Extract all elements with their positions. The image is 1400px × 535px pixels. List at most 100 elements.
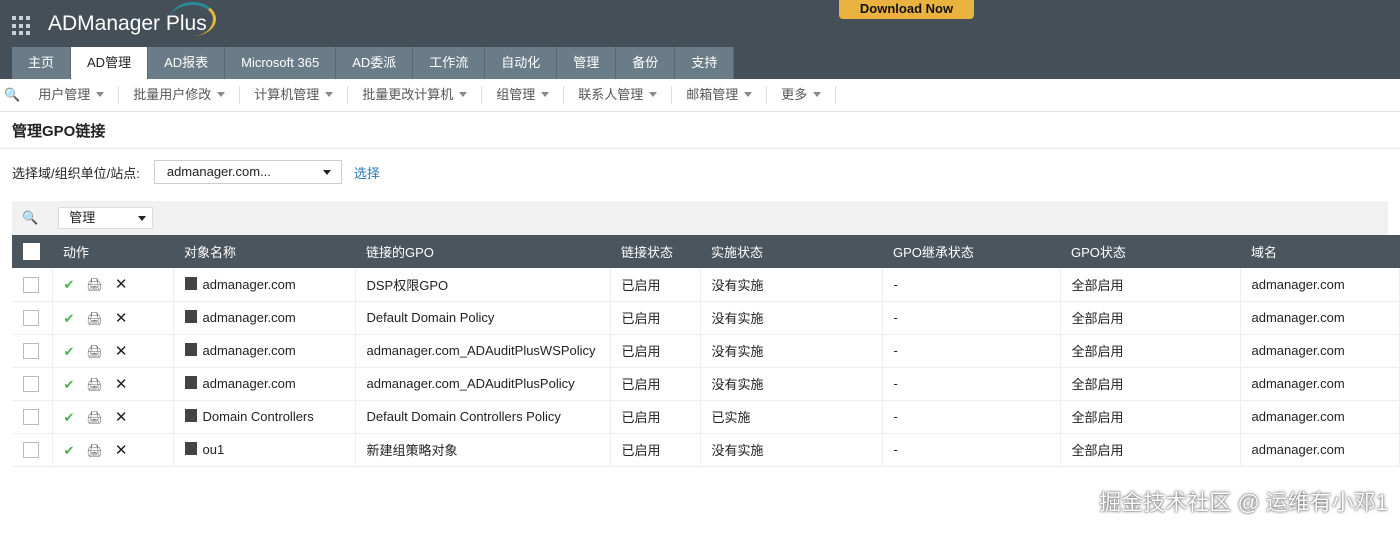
delete-icon[interactable]: ✕ xyxy=(115,376,128,393)
chevron-down-icon xyxy=(813,92,822,101)
cell-gpo: DSP权限GPO xyxy=(355,268,611,302)
subnav-label: 组管理 xyxy=(496,87,536,102)
cell-domain: admanager.com xyxy=(1240,433,1400,467)
row-checkbox[interactable] xyxy=(23,309,39,326)
chevron-down-icon xyxy=(217,92,226,101)
page-title: 管理GPO链接 xyxy=(0,112,1400,149)
enforce-lock-icon[interactable]: 🖨 xyxy=(86,344,103,359)
chevron-down-icon xyxy=(541,92,550,101)
enable-check-icon[interactable]: ✔ xyxy=(64,344,75,359)
ou-icon xyxy=(184,409,197,422)
tab-4[interactable]: AD委派 xyxy=(336,47,414,79)
app-grid-icon[interactable] xyxy=(12,16,32,36)
subnav-label: 计算机管理 xyxy=(254,87,320,102)
column-header[interactable]: GPO状态 xyxy=(1060,235,1240,268)
table-row: ✔ 🖨 ✕ admanager.com Default Domain Policy 已启用… xyxy=(12,301,1400,335)
search-icon[interactable]: 🔍 xyxy=(22,210,38,226)
delete-icon[interactable]: ✕ xyxy=(115,409,128,426)
download-now-button[interactable]: Download Now xyxy=(839,0,974,19)
column-header[interactable]: 动作 xyxy=(52,235,173,268)
cell-enforce: 没有实施 xyxy=(700,334,883,368)
search-icon[interactable]: 🔍 xyxy=(0,87,24,103)
row-checkbox[interactable] xyxy=(23,408,39,425)
action-select[interactable]: 管理 xyxy=(58,207,154,229)
domain-icon xyxy=(184,276,197,290)
column-header[interactable]: 对象名称 xyxy=(173,235,355,268)
enforce-lock-icon[interactable]: 🖨 xyxy=(86,377,103,392)
row-checkbox[interactable] xyxy=(23,375,39,392)
domain-select[interactable]: admanager.com... xyxy=(153,160,342,184)
selector-label: 选择域/组织单位/站点: xyxy=(12,165,140,181)
object-name: ou1 xyxy=(202,442,225,457)
delete-icon[interactable]: ✕ xyxy=(115,310,128,327)
table-row: ✔ 🖨 ✕ admanager.com admanager.com_ADAuditPlu… xyxy=(12,334,1400,368)
select-all-checkbox[interactable] xyxy=(23,243,40,261)
chevron-down-icon xyxy=(649,92,658,101)
chevron-down-icon xyxy=(744,92,753,101)
enable-check-icon[interactable]: ✔ xyxy=(64,377,75,392)
table-row: ✔ 🖨 ✕ ou1 新建组策略对象 已启用 没有实施 - 全部启用 admanager.com xyxy=(12,433,1400,467)
subnav-label: 邮箱管理 xyxy=(686,87,739,102)
cell-enforce: 没有实施 xyxy=(700,268,883,302)
enable-check-icon[interactable]: ✔ xyxy=(64,311,75,326)
app-header: ADManager Plus Download Now 主页 AD管理 AD报表 Mi… xyxy=(0,0,1400,79)
tab-5[interactable]: 工作流 xyxy=(413,47,486,79)
subnav-item-6[interactable]: 邮箱管理 xyxy=(672,86,768,104)
logo-arc-icon xyxy=(170,2,216,36)
subnav-item-4[interactable]: 组管理 xyxy=(482,86,565,104)
row-checkbox[interactable] xyxy=(23,276,39,293)
delete-icon[interactable]: ✕ xyxy=(115,442,128,459)
cell-domain: admanager.com xyxy=(1240,268,1400,302)
delete-icon[interactable]: ✕ xyxy=(115,343,128,360)
enforce-lock-icon[interactable]: 🖨 xyxy=(86,443,103,458)
tab-0[interactable]: 主页 xyxy=(12,47,72,79)
column-header[interactable]: 链接的GPO xyxy=(355,235,610,268)
chevron-down-icon xyxy=(138,216,147,225)
subnav-item-7[interactable]: 更多 xyxy=(767,86,837,104)
row-checkbox[interactable] xyxy=(23,342,39,359)
column-header[interactable]: 域名 xyxy=(1240,235,1400,268)
column-header[interactable]: GPO继承状态 xyxy=(882,235,1060,268)
tab-6[interactable]: 自动化 xyxy=(485,47,558,79)
column-header[interactable]: 链接状态 xyxy=(610,235,700,268)
cell-enforce: 没有实施 xyxy=(700,433,883,467)
tab-2[interactable]: AD报表 xyxy=(148,47,226,79)
watermark: 掘金技术社区 @ 运维有小邓1 xyxy=(1099,490,1388,515)
subnav-item-1[interactable]: 批量用户修改 xyxy=(119,86,241,104)
enforce-lock-icon[interactable]: 🖨 xyxy=(86,311,103,326)
cell-gpo_status: 全部启用 xyxy=(1060,334,1241,368)
tab-1[interactable]: AD管理 xyxy=(71,47,149,79)
enforce-lock-icon[interactable]: 🖨 xyxy=(86,277,103,292)
cell-gpo: Default Domain Policy xyxy=(355,301,611,335)
tab-3[interactable]: Microsoft 365 xyxy=(225,47,337,79)
domain-select-value: admanager.com... xyxy=(166,164,271,179)
delete-icon[interactable]: ✕ xyxy=(115,276,128,293)
select-link[interactable]: 选择 xyxy=(354,163,380,182)
subnav-item-2[interactable]: 计算机管理 xyxy=(240,86,349,104)
cell-link: 已启用 xyxy=(610,268,701,302)
cell-gpo_status: 全部启用 xyxy=(1060,433,1241,467)
tab-9[interactable]: 支持 xyxy=(675,47,735,79)
tab-7[interactable]: 管理 xyxy=(557,47,617,79)
cell-gpo_status: 全部启用 xyxy=(1060,301,1241,335)
enable-check-icon[interactable]: ✔ xyxy=(64,277,75,292)
row-checkbox[interactable] xyxy=(23,441,39,458)
subnav-item-0[interactable]: 用户管理 xyxy=(24,86,120,104)
cell-gpo_status: 全部启用 xyxy=(1060,367,1241,401)
subnav-item-5[interactable]: 联系人管理 xyxy=(564,86,673,104)
tab-8[interactable]: 备份 xyxy=(616,47,676,79)
cell-gpo: admanager.com_ADAuditPlusWSPolicy xyxy=(355,334,611,368)
column-header[interactable]: 实施状态 xyxy=(700,235,882,268)
enforce-lock-icon[interactable]: 🖨 xyxy=(86,410,103,425)
object-name: admanager.com xyxy=(202,310,296,325)
cell-link: 已启用 xyxy=(610,433,701,467)
object-name: Domain Controllers xyxy=(202,409,314,424)
enable-check-icon[interactable]: ✔ xyxy=(64,410,75,425)
cell-gpo_status: 全部启用 xyxy=(1060,268,1241,302)
enable-check-icon[interactable]: ✔ xyxy=(64,443,75,458)
subnav-item-3[interactable]: 批量更改计算机 xyxy=(348,86,483,104)
table-row: ✔ 🖨 ✕ admanager.com DSP权限GPO 已启用 没有实施 - 全部启用 adma… xyxy=(12,268,1400,302)
chevron-down-icon xyxy=(459,92,468,101)
chevron-down-icon xyxy=(96,92,105,101)
cell-inherit: - xyxy=(882,334,1061,368)
